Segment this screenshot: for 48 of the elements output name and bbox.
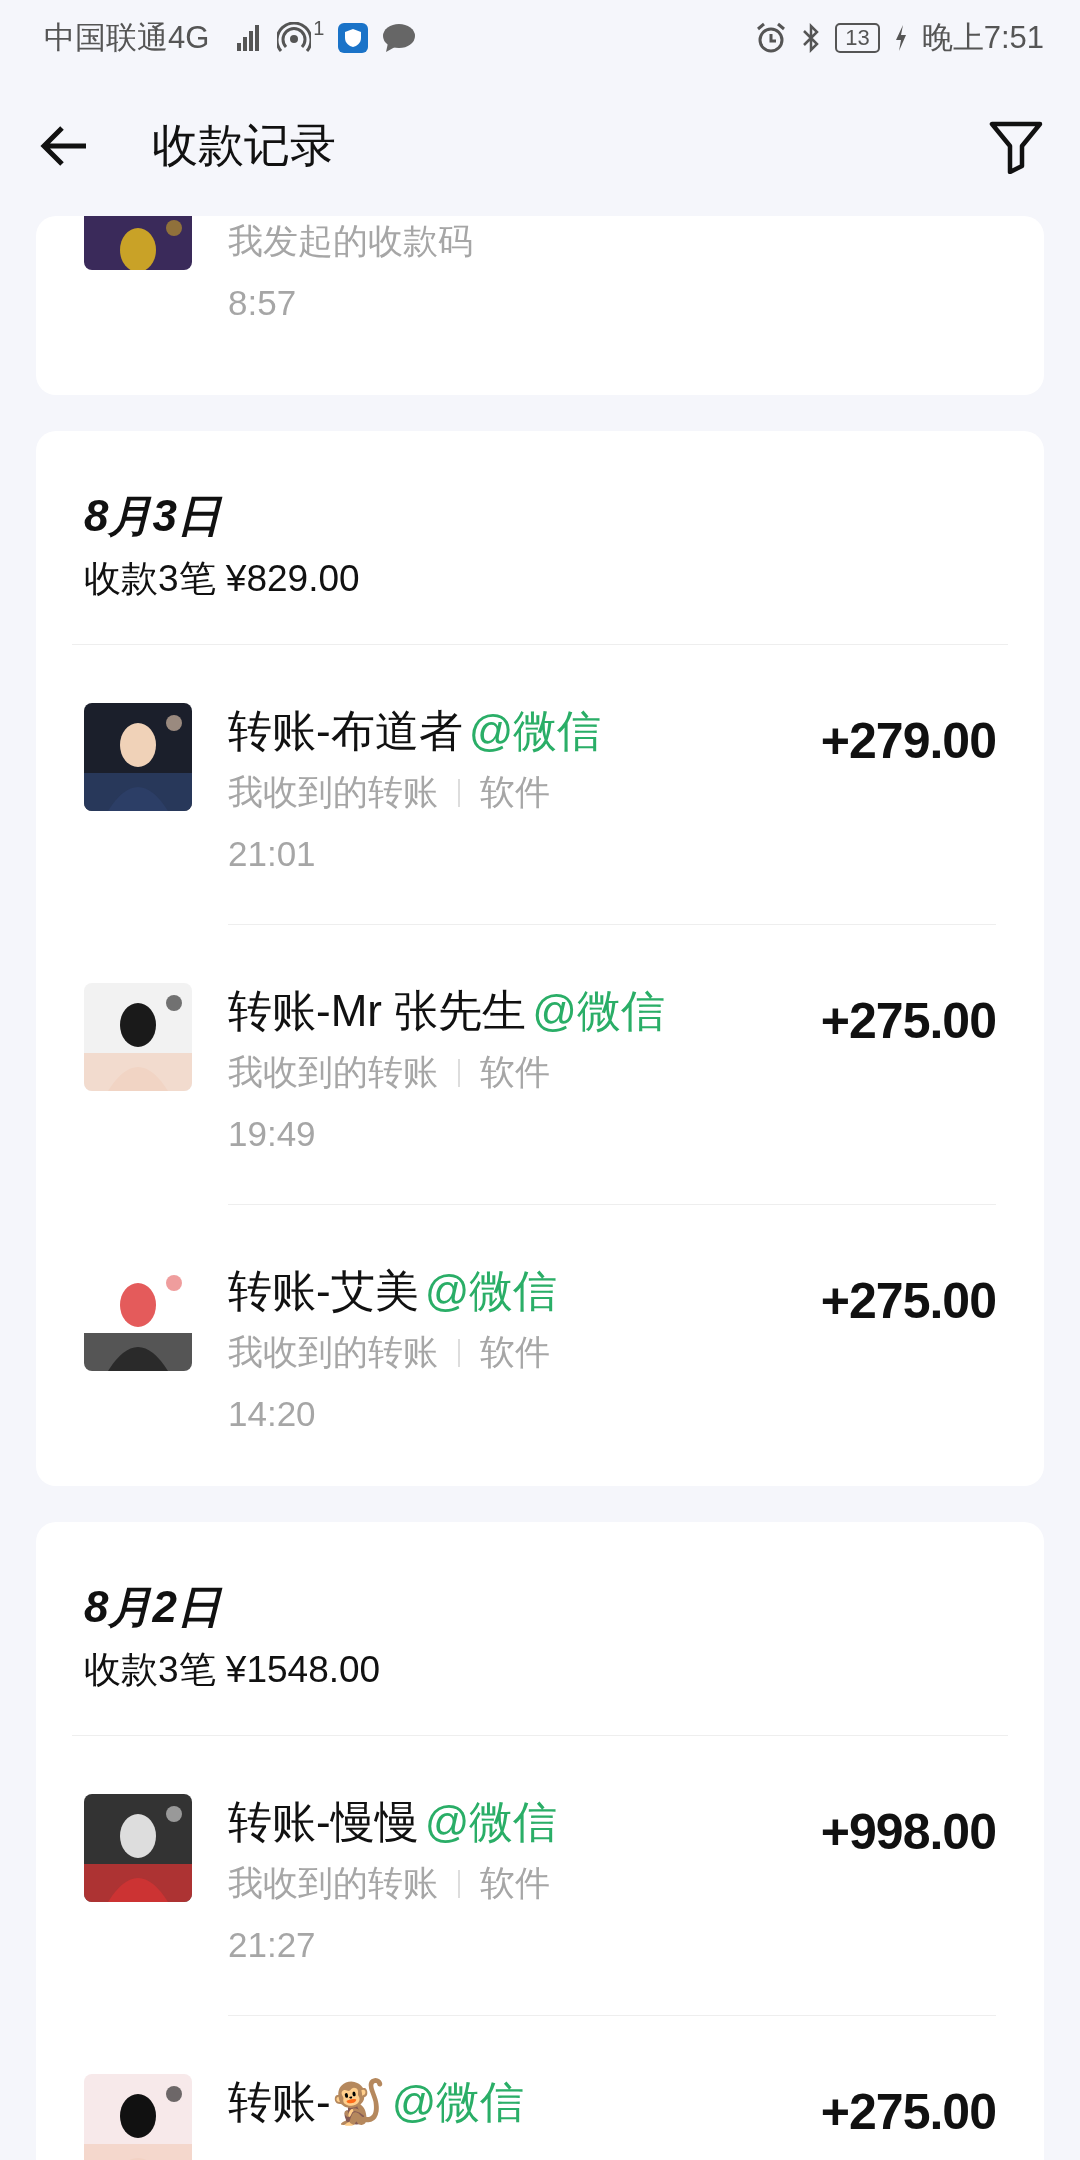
date-heading: 8月2日: [84, 1581, 224, 1633]
alarm-icon: [755, 22, 788, 54]
charging-icon: [893, 23, 908, 53]
source-label: @微信: [532, 985, 665, 1037]
transaction-title: 转账-🐒: [228, 2076, 386, 2128]
transaction-time: 21:27: [228, 1925, 317, 1965]
date-heading: 8月3日: [84, 490, 224, 542]
transaction-row[interactable]: 转账-布道者@微信 我收到的转账 软件 21:01 +279.00: [84, 645, 996, 924]
transaction-row[interactable]: 转账-艾美@微信 我收到的转账 软件 14:20 +275.00: [84, 1205, 996, 1484]
transaction-amount: +279.00: [820, 713, 996, 769]
transaction-tag: 软件: [480, 769, 550, 816]
transaction-title: 转账-慢慢: [228, 1796, 419, 1848]
transaction-title: 转账-布道者: [228, 705, 463, 757]
transaction-type: 我收到的转账: [228, 771, 438, 813]
transaction-type: 我发起的收款码: [228, 220, 473, 262]
transaction-amount: +275.00: [820, 2084, 996, 2140]
transaction-tag: 软件: [480, 1329, 550, 1376]
source-label: @微信: [424, 1796, 558, 1848]
hotspot-count: 1: [313, 17, 325, 40]
shield-icon: [338, 23, 369, 53]
transaction-time: 19:49: [228, 1114, 317, 1154]
transaction-time: 8:57: [228, 283, 298, 323]
transaction-title: 转账-艾美: [228, 1265, 419, 1317]
source-label: @微信: [391, 2076, 525, 2128]
transaction-amount: +275.00: [820, 993, 996, 1049]
transaction-type: 我收到的转账: [228, 1051, 438, 1093]
day-summary: 收款3笔 ¥829.00: [84, 557, 361, 601]
transaction-time: 14:20: [228, 1394, 317, 1434]
transaction-amount: +275.00: [820, 1273, 996, 1329]
transaction-tag: 软件: [480, 1860, 550, 1907]
source-label: @微信: [424, 1265, 558, 1317]
transaction-row[interactable]: 转账-慢慢@微信 我收到的转账 软件 21:27 +998.00: [84, 1736, 996, 2015]
clock-time: 晚上7:51: [921, 19, 1044, 57]
transaction-row[interactable]: 转账-Mr 张先生@微信 我收到的转账 软件 19:49 +275.00: [84, 925, 996, 1204]
transaction-row[interactable]: 转账-🐒@微信 +275.00: [84, 2016, 996, 2160]
day-summary: 收款3笔 ¥1548.00: [84, 1648, 382, 1692]
transaction-time: 21:01: [228, 834, 317, 874]
transaction-amount: +998.00: [820, 1804, 996, 1860]
transaction-title: 转账-Mr 张先生: [228, 985, 527, 1037]
source-label: @微信: [468, 705, 602, 757]
hotspot-icon: [277, 22, 312, 54]
battery-level: 13: [835, 23, 880, 53]
page-title: 收款记录: [152, 118, 337, 173]
transaction-type: 我收到的转账: [228, 1331, 438, 1373]
carrier-text: 中国联通4G: [44, 19, 210, 57]
transaction-tag: 软件: [480, 1049, 550, 1096]
transaction-type: 我收到的转账: [228, 1862, 438, 1904]
message-icon: [382, 23, 417, 53]
